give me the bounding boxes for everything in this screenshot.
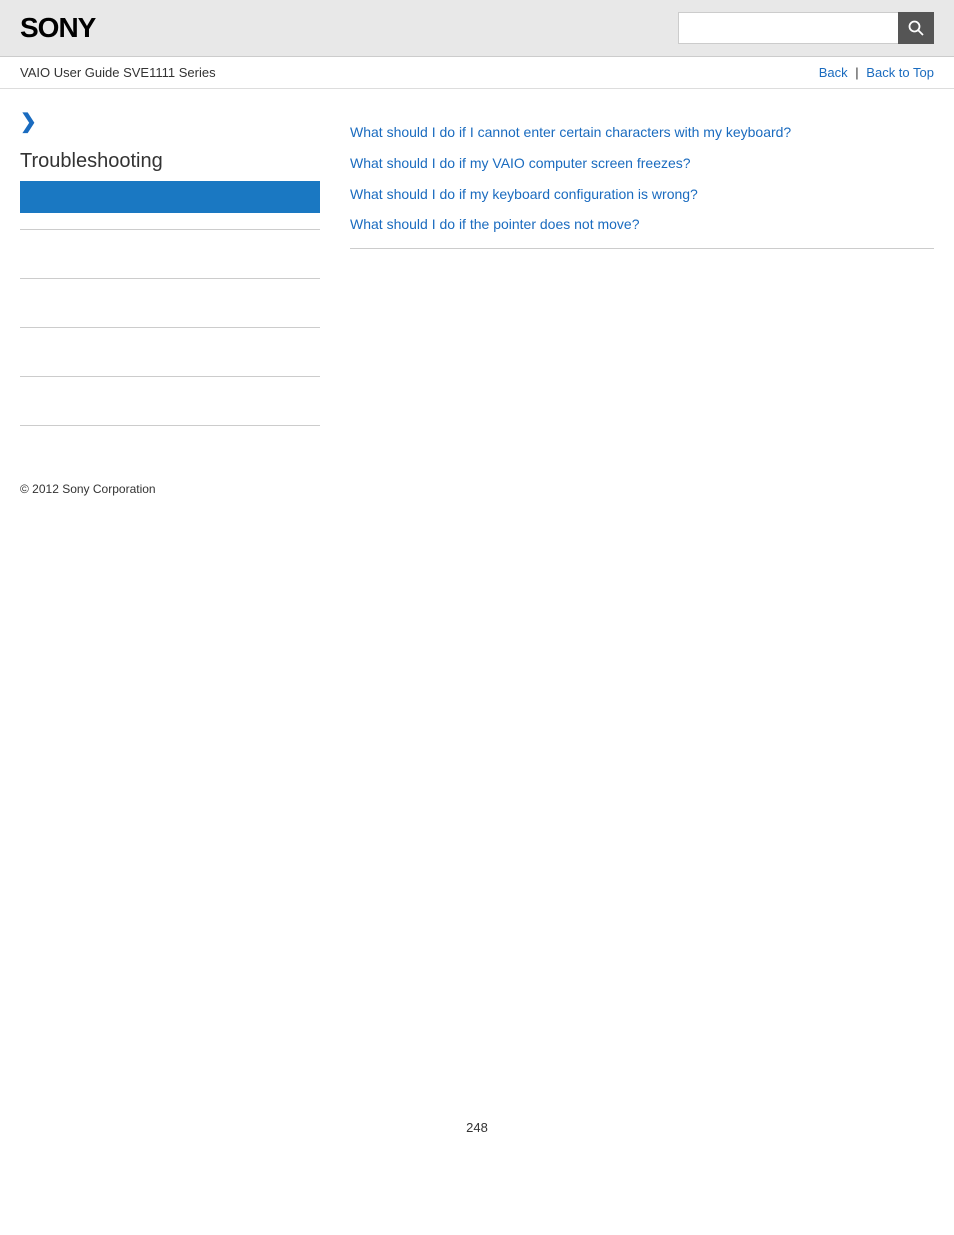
content-link-3[interactable]: What should I do if the pointer does not… (350, 209, 934, 240)
sidebar: ❯ Troubleshooting (20, 109, 320, 442)
chevron-icon: ❯ (20, 109, 320, 134)
copyright: © 2012 Sony Corporation (20, 482, 156, 496)
search-area (678, 12, 934, 44)
sidebar-divider-3 (20, 327, 320, 328)
sidebar-divider-2 (20, 278, 320, 279)
list-item: What should I do if the pointer does not… (350, 209, 934, 240)
list-item: What should I do if my VAIO computer scr… (350, 148, 934, 179)
back-link[interactable]: Back (819, 65, 848, 80)
footer: © 2012 Sony Corporation (0, 462, 954, 516)
content-area: What should I do if I cannot enter certa… (350, 109, 934, 442)
sidebar-divider-4 (20, 376, 320, 377)
list-item: What should I do if my keyboard configur… (350, 179, 934, 210)
sidebar-empty-3 (20, 344, 320, 360)
search-button[interactable] (898, 12, 934, 44)
search-input[interactable] (678, 12, 898, 44)
content-link-1[interactable]: What should I do if my VAIO computer scr… (350, 148, 934, 179)
sidebar-empty-2 (20, 295, 320, 311)
sidebar-divider-5 (20, 425, 320, 426)
sony-logo: SONY (20, 12, 95, 44)
nav-links: Back | Back to Top (819, 65, 934, 80)
content-bottom-divider (350, 248, 934, 249)
sidebar-empty-4 (20, 393, 320, 409)
main-content: ❯ Troubleshooting What should I do if I … (0, 89, 954, 462)
content-link-2[interactable]: What should I do if my keyboard configur… (350, 179, 934, 210)
sidebar-divider-1 (20, 229, 320, 230)
search-icon (908, 20, 924, 36)
separator: | (855, 65, 862, 80)
sidebar-active-item[interactable] (20, 181, 320, 213)
page-number: 248 (0, 1100, 954, 1155)
content-link-0[interactable]: What should I do if I cannot enter certa… (350, 117, 934, 148)
content-links: What should I do if I cannot enter certa… (350, 117, 934, 240)
sidebar-empty-1 (20, 246, 320, 262)
sidebar-heading: Troubleshooting (20, 150, 320, 173)
nav-bar: VAIO User Guide SVE1111 Series Back | Ba… (0, 57, 954, 89)
list-item: What should I do if I cannot enter certa… (350, 117, 934, 148)
header: SONY (0, 0, 954, 57)
guide-title: VAIO User Guide SVE1111 Series (20, 65, 216, 80)
back-to-top-link[interactable]: Back to Top (866, 65, 934, 80)
